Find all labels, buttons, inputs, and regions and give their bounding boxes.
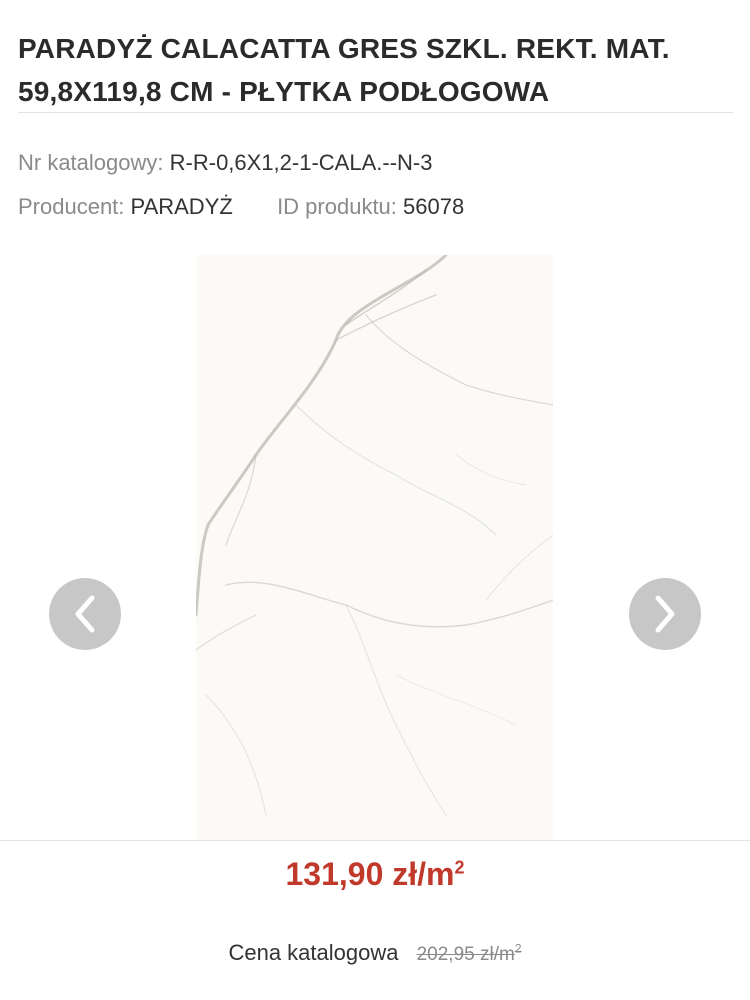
gallery-prev-button[interactable] xyxy=(49,578,121,650)
catalog-price-old: 202,95 zł/m2 xyxy=(416,941,522,965)
catalog-price-value: 202,95 zł/m xyxy=(416,944,515,965)
divider xyxy=(18,112,733,113)
catalog-number-value: R-R-0,6X1,2-1-CALA.--N-3 xyxy=(169,150,433,175)
price-unit-exponent: 2 xyxy=(454,857,465,878)
product-id-value: 56078 xyxy=(403,194,465,219)
price-value: 131,90 zł/m xyxy=(285,856,455,892)
chevron-right-icon xyxy=(655,595,675,633)
catalog-price-row: Cena katalogowa 202,95 zł/m2 xyxy=(0,940,750,966)
product-id-label: ID produktu: xyxy=(277,194,397,219)
divider xyxy=(0,840,750,841)
chevron-left-icon xyxy=(75,595,95,633)
producer-label: Producent: xyxy=(18,194,125,219)
catalog-number-label: Nr katalogowy: xyxy=(18,150,164,175)
gallery-next-button[interactable] xyxy=(629,578,701,650)
product-image[interactable] xyxy=(196,255,553,840)
price: 131,90 zł/m2 xyxy=(0,856,750,893)
catalog-price-unit-exponent: 2 xyxy=(514,941,522,956)
producer-row: Producent: PARADYŻ ID produktu: 56078 xyxy=(18,194,464,220)
producer-value: PARADYŻ xyxy=(130,194,233,219)
catalog-price-label: Cena katalogowa xyxy=(228,940,399,965)
product-title: PARADYŻ CALACATTA GRES SZKL. REKT. MAT. … xyxy=(18,32,670,107)
catalog-number-row: Nr katalogowy: R-R-0,6X1,2-1-CALA.--N-3 xyxy=(18,150,432,176)
